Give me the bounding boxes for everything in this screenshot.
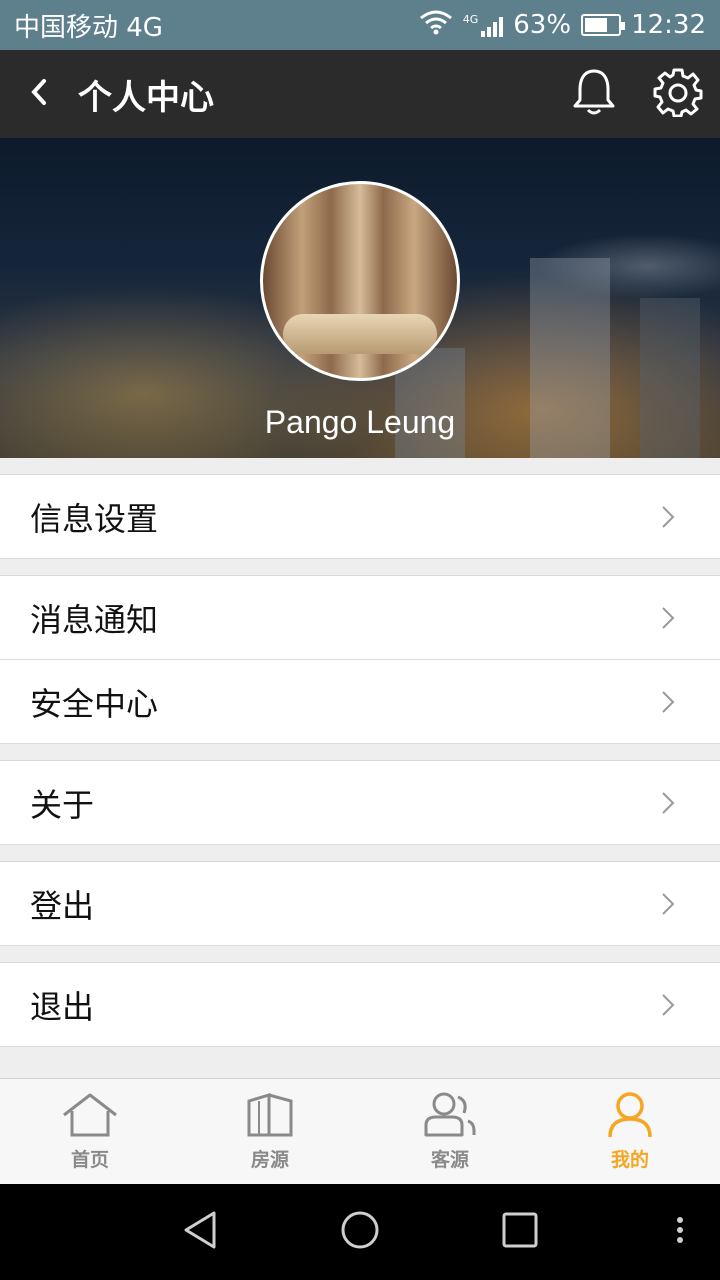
chevron-right-icon	[656, 993, 680, 1017]
cellular-signal-icon: 4G	[463, 14, 504, 37]
page-title: 个人中心	[78, 77, 214, 118]
profile-header: Pango Leung	[0, 138, 720, 458]
section-divider	[0, 744, 720, 761]
menu-item-notifications[interactable]: 消息通知	[0, 576, 720, 660]
chevron-right-icon	[656, 606, 680, 630]
status-bar: 中国移动 4G 4G 63% 12:32	[0, 0, 720, 50]
tab-customers[interactable]: 客源	[360, 1079, 540, 1184]
menu-item-label: 消息通知	[30, 600, 159, 639]
chevron-right-icon	[656, 892, 680, 916]
back-button[interactable]	[0, 50, 78, 138]
app-bar: 个人中心	[0, 50, 720, 138]
menu-item-profile-settings[interactable]: 信息设置	[0, 475, 720, 559]
notifications-button[interactable]	[552, 50, 636, 138]
tab-label: 客源	[430, 1149, 469, 1171]
settings-menu: 信息设置 消息通知 安全中心 关于 登出 退出	[0, 458, 720, 1047]
section-divider	[0, 946, 720, 963]
menu-item-label: 关于	[30, 785, 95, 824]
square-recents-icon	[502, 1212, 538, 1252]
tab-label: 房源	[250, 1149, 289, 1171]
tab-me[interactable]: 我的	[540, 1079, 720, 1184]
system-navigation-bar	[0, 1184, 720, 1280]
nav-back-button[interactable]	[170, 1184, 230, 1280]
battery-icon	[581, 14, 626, 36]
avatar[interactable]	[260, 181, 460, 381]
settings-button[interactable]	[636, 50, 720, 138]
user-icon	[606, 1091, 654, 1143]
nav-home-button[interactable]	[330, 1184, 390, 1280]
bottom-tab-bar: 首页 房源 客源 我的	[0, 1078, 720, 1184]
back-icon	[28, 77, 50, 111]
battery-percent: 63%	[513, 10, 572, 40]
building-icon	[245, 1091, 295, 1143]
triangle-back-icon	[182, 1210, 218, 1254]
username: Pango Leung	[264, 404, 456, 440]
nav-more-button[interactable]	[664, 1184, 696, 1280]
bell-icon	[571, 67, 617, 121]
menu-item-label: 退出	[30, 987, 95, 1026]
customers-icon	[424, 1091, 476, 1143]
more-vertical-icon	[676, 1216, 684, 1248]
menu-item-about[interactable]: 关于	[0, 761, 720, 845]
menu-item-label: 信息设置	[30, 499, 159, 538]
section-divider	[0, 845, 720, 862]
wifi-icon	[419, 9, 453, 42]
status-icons: 4G 63% 12:32	[419, 9, 706, 42]
tab-label: 首页	[70, 1149, 109, 1171]
chevron-right-icon	[656, 791, 680, 815]
clock: 12:32	[631, 10, 706, 40]
network-type-badge: 4G	[462, 12, 479, 26]
circle-home-icon	[340, 1210, 380, 1254]
gear-icon	[653, 67, 703, 121]
tab-home[interactable]: 首页	[0, 1079, 180, 1184]
carrier-label: 中国移动 4G	[14, 12, 163, 43]
menu-item-label: 登出	[30, 886, 95, 925]
tab-label: 我的	[610, 1149, 649, 1171]
home-icon	[60, 1091, 120, 1143]
menu-item-security[interactable]: 安全中心	[0, 660, 720, 744]
chevron-right-icon	[656, 505, 680, 529]
section-divider	[0, 458, 720, 475]
tab-listings[interactable]: 房源	[180, 1079, 360, 1184]
menu-item-exit[interactable]: 退出	[0, 963, 720, 1047]
nav-recents-button[interactable]	[490, 1184, 550, 1280]
section-divider	[0, 559, 720, 576]
menu-item-logout[interactable]: 登出	[0, 862, 720, 946]
chevron-right-icon	[656, 690, 680, 714]
menu-item-label: 安全中心	[30, 684, 159, 723]
